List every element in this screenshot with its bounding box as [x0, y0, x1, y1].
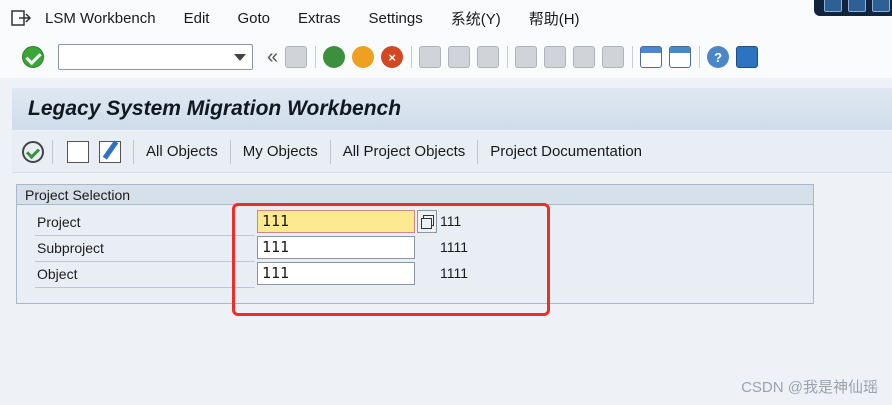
next-page-icon[interactable]: [573, 46, 596, 68]
project-label: Project: [35, 210, 255, 236]
menu-goto[interactable]: Goto: [237, 10, 270, 27]
toolbar-separator: [315, 46, 317, 68]
subproject-label: Subproject: [35, 236, 255, 262]
toolbar-separator: [507, 46, 509, 68]
shortcut-icon[interactable]: [669, 46, 692, 68]
window-controls: [814, 0, 892, 16]
my-objects-button[interactable]: My Objects: [243, 143, 318, 160]
find-icon[interactable]: [448, 46, 471, 68]
chevron-down-icon[interactable]: [234, 54, 246, 61]
customize-layout-icon[interactable]: [736, 46, 759, 68]
menu-help[interactable]: 帮助(H): [529, 8, 580, 29]
toolbar-separator: [133, 139, 134, 164]
previous-page-icon[interactable]: [544, 46, 567, 68]
close-window-button[interactable]: [872, 0, 890, 12]
cancel-icon[interactable]: ×: [381, 46, 404, 68]
new-session-icon[interactable]: [640, 46, 663, 68]
print-icon[interactable]: [419, 46, 442, 68]
toolbar-separator: [699, 46, 701, 68]
exit-icon[interactable]: [352, 46, 375, 68]
page-title: Legacy System Migration Workbench: [28, 97, 402, 120]
toolbar-separator: [632, 46, 634, 68]
toolbar-separator: [229, 139, 231, 164]
minimize-button[interactable]: [824, 0, 842, 12]
all-project-objects-button[interactable]: All Project Objects: [343, 143, 466, 160]
create-document-icon[interactable]: [67, 140, 89, 163]
watermark: CSDN @我是神仙瑶: [741, 379, 878, 396]
execute-icon[interactable]: [22, 140, 44, 163]
enter-check-icon[interactable]: [22, 46, 44, 68]
menu-edit[interactable]: Edit: [184, 10, 210, 27]
project-documentation-button[interactable]: Project Documentation: [490, 143, 642, 160]
title-area: Legacy System Migration Workbench: [12, 88, 892, 130]
last-page-icon[interactable]: [602, 46, 625, 68]
toolbar-separator: [329, 139, 331, 164]
toolbar-separator: [477, 139, 479, 164]
menu-extras[interactable]: Extras: [298, 10, 341, 27]
standard-toolbar: « × ?: [0, 36, 892, 78]
save-icon[interactable]: [285, 46, 308, 68]
highlight-annotation: [232, 203, 550, 316]
object-label: Object: [35, 262, 255, 288]
exit-menu-icon[interactable]: [10, 8, 32, 28]
edit-document-icon[interactable]: [99, 140, 121, 163]
menu-bar: LSM Workbench Edit Goto Extras Settings …: [0, 0, 892, 36]
find-next-icon[interactable]: [477, 46, 500, 68]
toolbar-separator: [411, 46, 413, 68]
command-field[interactable]: [58, 44, 253, 70]
back-icon[interactable]: [323, 46, 346, 68]
toolbar-separator: [52, 139, 53, 164]
menu-system[interactable]: 系统(Y): [451, 8, 501, 29]
group-title: Project Selection: [17, 185, 813, 205]
all-objects-button[interactable]: All Objects: [146, 143, 218, 160]
maximize-button[interactable]: [848, 0, 866, 12]
menu-lsm-workbench[interactable]: LSM Workbench: [45, 10, 156, 27]
application-toolbar: All Objects My Objects All Project Objec…: [12, 131, 892, 173]
collapse-command-icon[interactable]: «: [267, 46, 278, 69]
menu-settings[interactable]: Settings: [369, 10, 423, 27]
help-icon[interactable]: ?: [707, 46, 730, 68]
first-page-icon[interactable]: [515, 46, 538, 68]
